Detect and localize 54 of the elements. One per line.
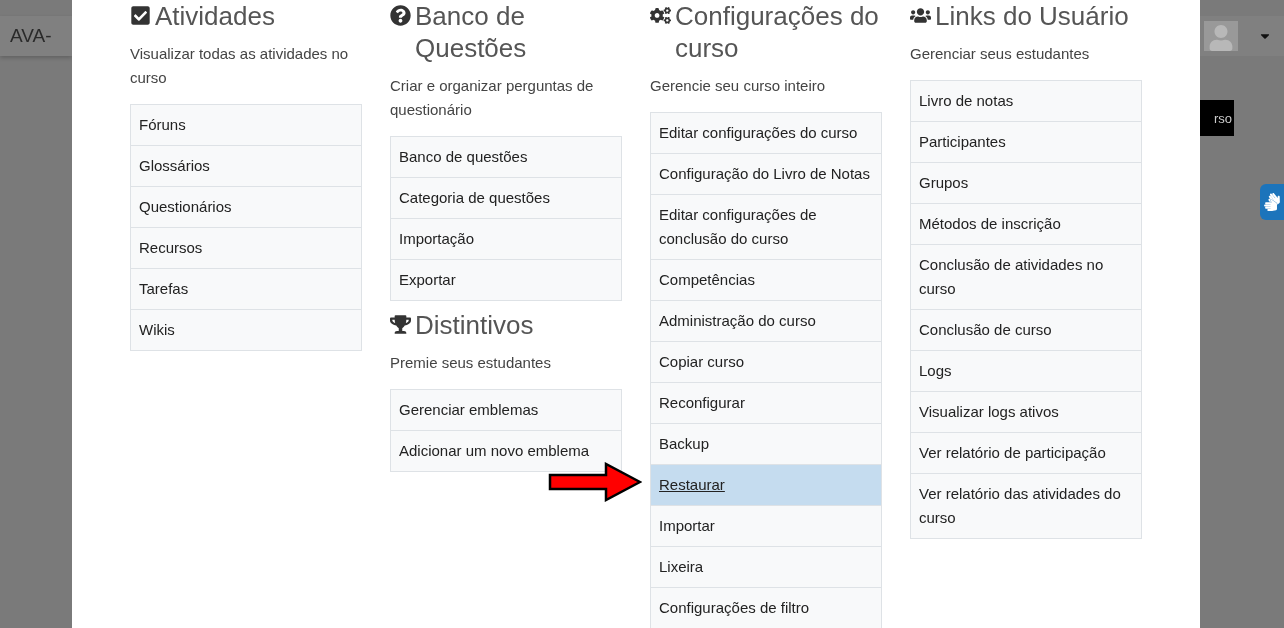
arrow-icon [548,462,642,502]
menu-item[interactable]: Importação [391,218,621,259]
section-title: Links do Usuário [935,0,1129,32]
menu-item[interactable]: Backup [651,423,881,464]
course-badge: rso [1200,100,1234,136]
menu-item[interactable]: Administração do curso [651,300,881,341]
menu-item[interactable]: Competências [651,259,881,300]
menu-item[interactable]: Editar configurações de conclusão do curso [651,194,881,259]
hand-icon [1263,193,1281,211]
menu-item[interactable]: Ver relatório das atividades do curso [911,473,1141,538]
section-description: Visualizar todas as atividades no curso [130,44,350,88]
menu-item[interactable]: Banco de questões [391,137,621,177]
users-icon [910,5,931,26]
menu-item[interactable]: Lixeira [651,546,881,587]
menu-item[interactable]: Exportar [391,259,621,300]
menu-item[interactable]: Glossários [131,145,361,186]
menu-item[interactable]: Tarefas [131,268,361,309]
section-description: Gerencie seu curso inteiro [650,76,827,96]
section-description: Criar e organizar perguntas de questionário [390,76,595,120]
menu-item[interactable]: Conclusão de curso [911,309,1141,350]
section-title: Banco de Questões [415,0,528,64]
menu-item[interactable]: Configuração do Livro de Notas [651,153,881,194]
sign-language-button[interactable] [1260,184,1284,220]
menu-item[interactable]: Fóruns [131,105,361,145]
menu-item[interactable]: Configurações de filtro [651,587,881,628]
menu-item[interactable]: Categoria de questões [391,177,621,218]
site-title[interactable]: AVA- [10,25,52,47]
menu-item[interactable]: Logs [911,350,1141,391]
section-title: Atividades [155,0,275,32]
menu-item[interactable]: Questionários [131,186,361,227]
menu-item[interactable]: Gerenciar emblemas [391,390,621,430]
section-description: Gerenciar seus estudantes [910,44,1091,64]
section-description: Premie seus estudantes [390,353,552,373]
menu-item[interactable]: Conclusão de atividades no curso [911,244,1141,309]
menu-item[interactable]: Grupos [911,162,1141,203]
menu-item[interactable]: Visualizar logs ativos [911,391,1141,432]
menu-item[interactable]: Livro de notas [911,81,1141,121]
menu-item[interactable]: Restaurar [651,464,881,505]
menu-item[interactable]: Reconfigurar [651,382,881,423]
menu-item[interactable]: Participantes [911,121,1141,162]
gears-icon [650,5,671,26]
trophy-icon [390,314,411,335]
menu-item[interactable]: Métodos de inscrição [911,203,1141,244]
menu-item[interactable]: Copiar curso [651,341,881,382]
menu-item[interactable]: Adicionar um novo emblema [391,430,621,471]
menu-item[interactable]: Recursos [131,227,361,268]
menu-item[interactable]: Ver relatório de participação [911,432,1141,473]
section-title: Distintivos [415,309,534,341]
checkbox-icon [130,5,151,26]
menu-item[interactable]: Editar configurações do curso [651,113,881,153]
menu-item[interactable]: Wikis [131,309,361,350]
menu-item[interactable]: Importar [651,505,881,546]
section-title: Configurações do curso [675,0,880,64]
question-icon [390,5,411,26]
